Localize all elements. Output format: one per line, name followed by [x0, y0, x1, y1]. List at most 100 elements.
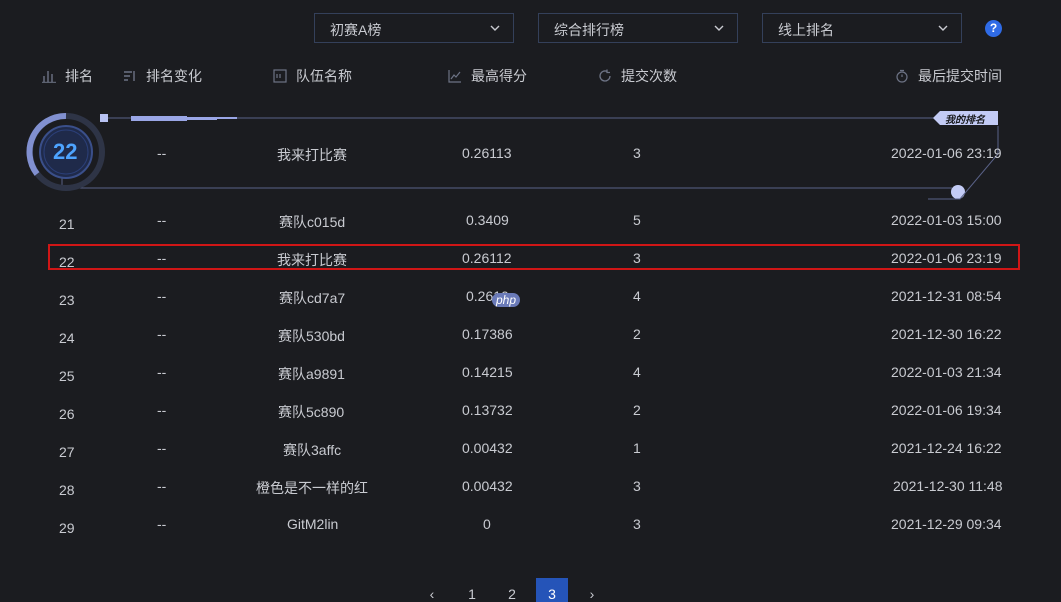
row-rank: 24	[59, 330, 75, 346]
column-header-rank[interactable]: 排名	[42, 66, 93, 86]
watermark-logo-icon: php	[492, 293, 521, 307]
row-team: 赛队530bd	[278, 328, 345, 344]
stage-select[interactable]: 初赛A榜	[314, 13, 514, 43]
row-time: 2021-12-30 16:22	[891, 326, 1002, 342]
board-select-value: 综合排行榜	[554, 22, 624, 38]
row-submits: 3	[633, 516, 641, 532]
refresh-icon	[599, 69, 611, 82]
table-row[interactable]: 25 -- 赛队a9891 0.14215 4 2022-01-03 21:34	[0, 362, 1061, 400]
my-rank-change: --	[157, 145, 167, 161]
table-row[interactable]: 28 -- 橙色是不一样的红 0.00432 3 2021-12-30 11:4…	[0, 476, 1061, 514]
my-rank-card: 我的排名 22 -- 我来打比赛 0.26113 3 2022-01-06 23…	[0, 108, 1061, 204]
row-team: 橙色是不一样的红	[256, 480, 368, 496]
row-time: 2022-01-03 15:00	[891, 212, 1002, 228]
column-header-team-label: 队伍名称	[296, 68, 352, 84]
row-submits: 5	[633, 212, 641, 228]
table-row[interactable]: 23 -- 赛队cd7a7 0.2610 4 2021-12-31 08:54	[0, 286, 1061, 324]
row-time: 2021-12-24 16:22	[891, 440, 1002, 456]
row-submits: 2	[633, 326, 641, 342]
table-row[interactable]: 26 -- 赛队5c890 0.13732 2 2022-01-06 19:34	[0, 400, 1061, 438]
my-rank-team: 我来打比赛	[277, 147, 347, 163]
row-score: 0.00432	[462, 478, 513, 494]
row-change: --	[157, 478, 167, 494]
chevron-down-icon	[490, 25, 500, 31]
row-team: 赛队5c890	[278, 404, 345, 420]
row-submits: 4	[633, 288, 641, 304]
row-submits: 3	[633, 478, 641, 494]
pagination-page-1[interactable]: 1	[460, 578, 484, 602]
stage-select-value: 初赛A榜	[330, 22, 382, 38]
my-rank-last-time: 2022-01-06 23:19	[891, 145, 1002, 161]
my-rank-score: 0.26113	[462, 145, 512, 161]
table-row[interactable]: 29 -- GitM2lin 0 3 2021-12-29 09:34	[0, 514, 1061, 552]
row-team: 赛队3affc	[283, 442, 342, 458]
line-chart-icon	[448, 70, 461, 83]
row-team: 赛队cd7a7	[279, 290, 346, 306]
column-header-submits-label: 提交次数	[621, 68, 677, 84]
my-row-highlight	[48, 244, 1020, 270]
row-rank: 27	[59, 444, 75, 460]
watermark: php	[492, 291, 521, 307]
my-rank-badge: 我的排名	[945, 115, 985, 126]
column-header-score-label: 最高得分	[471, 68, 527, 84]
row-change: --	[157, 364, 167, 380]
row-time: 2021-12-30 11:48	[893, 478, 1003, 494]
row-rank: 26	[59, 406, 75, 422]
row-team: 赛队c015d	[279, 214, 346, 230]
leaderboard-page: 初赛A榜 综合排行榜 线上排名 ? 排名 排名变化 队伍名称 最高得分 提交次数…	[0, 0, 1061, 602]
row-rank: 23	[59, 292, 75, 308]
row-submits: 2	[633, 402, 641, 418]
chevron-down-icon	[938, 25, 948, 31]
bar-chart-icon	[42, 71, 56, 83]
row-score: 0.3409	[466, 212, 509, 228]
row-rank: 29	[59, 520, 75, 536]
row-time: 2022-01-03 21:34	[891, 364, 1002, 380]
pagination-next-button[interactable]: ›	[580, 578, 604, 602]
column-header-change-label: 排名变化	[146, 68, 202, 84]
row-time: 2022-01-06 19:34	[891, 402, 1002, 418]
row-time: 2021-12-31 08:54	[891, 288, 1002, 304]
pagination-page-3[interactable]: 3	[536, 578, 568, 602]
row-score: 0.17386	[462, 326, 513, 342]
column-header-rank-label: 排名	[65, 68, 93, 84]
column-header-team[interactable]: 队伍名称	[273, 66, 352, 86]
pagination-page-2[interactable]: 2	[500, 578, 524, 602]
column-header-score[interactable]: 最高得分	[448, 66, 527, 86]
row-score: 0.13732	[462, 402, 513, 418]
row-team: 赛队a9891	[278, 366, 345, 382]
table-row[interactable]: 27 -- 赛队3affc 0.00432 1 2021-12-24 16:22	[0, 438, 1061, 476]
column-header-last-time-label: 最后提交时间	[918, 68, 1002, 84]
row-score: 0.00432	[462, 440, 513, 456]
table-row[interactable]: 21 -- 赛队c015d 0.3409 5 2022-01-03 15:00	[0, 210, 1061, 248]
row-change: --	[157, 326, 167, 342]
row-change: --	[157, 288, 167, 304]
column-header-submits[interactable]: 提交次数	[598, 66, 677, 86]
chevron-down-icon	[714, 25, 724, 31]
column-header-last-time[interactable]: 最后提交时间	[895, 66, 1002, 86]
column-header-change[interactable]: 排名变化	[123, 66, 202, 86]
my-rank-number: 22	[53, 139, 78, 164]
row-rank: 28	[59, 482, 75, 498]
stopwatch-icon	[896, 69, 908, 83]
sort-lines-icon	[124, 71, 135, 81]
help-icon[interactable]: ?	[985, 20, 1002, 37]
row-change: --	[157, 516, 167, 532]
row-submits: 4	[633, 364, 641, 380]
mode-select[interactable]: 线上排名	[762, 13, 962, 43]
table-row[interactable]: 24 -- 赛队530bd 0.17386 2 2021-12-30 16:22	[0, 324, 1061, 362]
row-change: --	[157, 440, 167, 456]
board-select[interactable]: 综合排行榜	[538, 13, 738, 43]
row-change: --	[157, 402, 167, 418]
row-rank: 25	[59, 368, 75, 384]
row-rank: 21	[59, 216, 75, 232]
row-change: --	[157, 212, 167, 228]
row-time: 2021-12-29 09:34	[891, 516, 1002, 532]
pagination-prev-button[interactable]: ‹	[420, 578, 444, 602]
my-rank-submits: 3	[633, 145, 641, 161]
row-score: 0	[483, 516, 491, 532]
id-card-icon	[273, 69, 287, 83]
mode-select-value: 线上排名	[778, 22, 834, 38]
row-team: GitM2lin	[287, 516, 339, 532]
row-score: 0.14215	[462, 364, 513, 380]
row-submits: 1	[633, 440, 641, 456]
